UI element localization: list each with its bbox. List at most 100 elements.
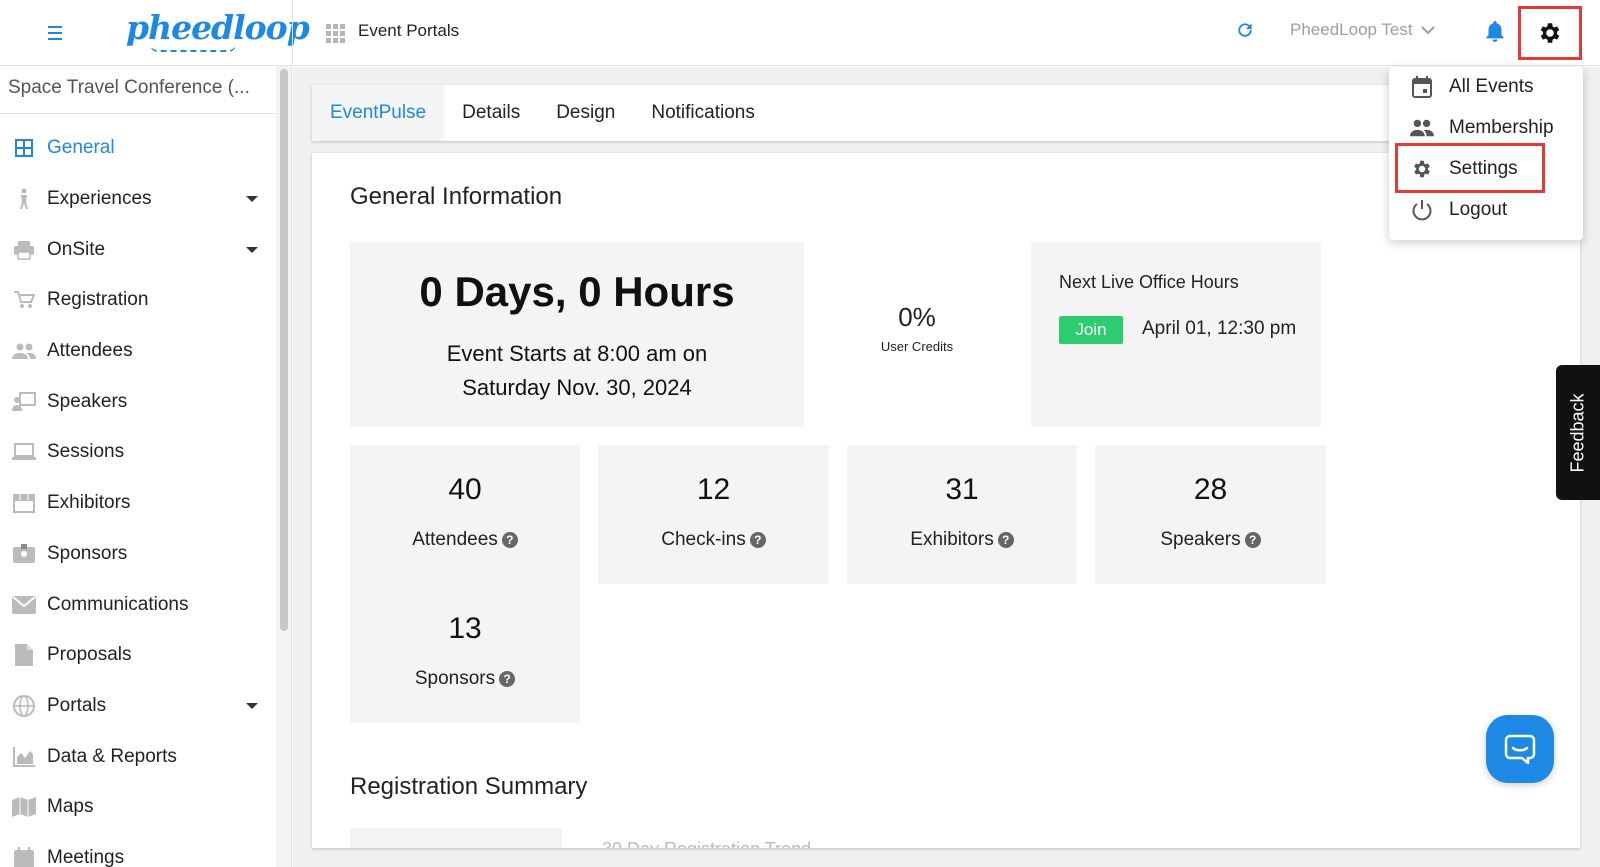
stat-value: 31 [945, 473, 979, 506]
caret-down-icon[interactable] [246, 246, 258, 253]
sidebar-item-label: Communications [47, 593, 189, 615]
pheedloop-logo[interactable]: pheedloop [126, 8, 310, 47]
gear-icon [1540, 23, 1560, 43]
cart-icon [12, 288, 36, 312]
laptop-icon [12, 440, 36, 464]
sidebar-item-registration[interactable]: Registration [0, 275, 276, 326]
sidebar-item-label: Data & Reports [47, 745, 177, 767]
registration-trend-label: 30 Day Registration Trend [602, 839, 811, 848]
sidebar-item-label: Experiences [47, 188, 152, 210]
stat-label-row: Check-ins? [598, 529, 829, 551]
settings-gear-button[interactable] [1518, 6, 1582, 60]
tab-notifications[interactable]: Notifications [633, 85, 773, 141]
menu-item-label: All Events [1449, 76, 1534, 97]
sidebar-item-portals[interactable]: Portals [0, 681, 276, 732]
stat-label-row: Sponsors? [350, 668, 580, 690]
sidebar-item-label: Registration [47, 289, 149, 311]
stat-value: 40 [448, 473, 482, 506]
page-title: Event Portals [358, 21, 460, 40]
people-icon [12, 339, 36, 363]
scrollbar-thumb[interactable] [280, 69, 288, 631]
tab-design[interactable]: Design [538, 85, 633, 141]
content-card: General Information 0 Days, 0 Hours Even… [312, 153, 1580, 848]
sidebar-item-speakers[interactable]: Speakers [0, 376, 276, 427]
calendar-icon [1410, 75, 1434, 99]
join-button[interactable]: Join [1059, 316, 1123, 344]
menu-item-label: Logout [1449, 199, 1508, 220]
sidebar-item-communications[interactable]: Communications [0, 579, 276, 630]
office-hours-time: April 01, 12:30 pm [1142, 318, 1297, 339]
logo-swoosh [150, 44, 236, 52]
sidebar-item-meetings[interactable]: Meetings [0, 833, 276, 867]
help-icon[interactable]: ? [749, 531, 766, 548]
person-walking-icon [12, 187, 36, 211]
topbar-divider [292, 0, 293, 66]
tab-eventpulse[interactable]: EventPulse [312, 85, 445, 141]
sidebar-item-data-reports[interactable]: Data & Reports [0, 731, 276, 782]
menu-item-all-events[interactable]: All Events [1389, 67, 1583, 107]
organization-select[interactable]: PheedLoop Test [1290, 20, 1435, 40]
help-icon[interactable]: ? [501, 531, 518, 548]
sidebar-item-maps[interactable]: Maps [0, 782, 276, 833]
stat-label: Check-ins [661, 529, 746, 550]
stat-card-speakers: 28 Speakers? [1095, 445, 1326, 584]
menu-item-label: Membership [1449, 117, 1554, 138]
power-icon [1410, 198, 1434, 222]
sidebar-item-onsite[interactable]: OnSite [0, 224, 276, 275]
sidebar-item-experiences[interactable]: Experiences [0, 174, 276, 225]
chevron-down-icon [1420, 26, 1435, 35]
badge-icon [12, 542, 36, 566]
user-credits-value: 0% [898, 302, 936, 332]
user-credits-label: User Credits [880, 339, 954, 354]
tab-details[interactable]: Details [444, 85, 538, 141]
sidebar-item-sponsors[interactable]: Sponsors [0, 529, 276, 580]
sidebar-item-general[interactable]: General [0, 123, 276, 174]
settings-dropdown-menu: All Events Membership Settings Logout [1389, 67, 1583, 240]
sidebar-nav: General Experiences OnSite Registration … [0, 123, 276, 867]
globe-icon [12, 694, 36, 718]
menu-item-label: Settings [1449, 158, 1518, 179]
presenter-icon [12, 390, 36, 414]
gear-icon [1410, 157, 1434, 181]
stat-label: Speakers [1160, 529, 1241, 550]
sidebar-item-attendees[interactable]: Attendees [0, 326, 276, 377]
refresh-icon[interactable] [1235, 20, 1255, 40]
storefront-icon [12, 491, 36, 515]
help-icon[interactable]: ? [1244, 531, 1261, 548]
sidebar-item-label: OnSite [47, 238, 106, 260]
hamburger-menu-icon[interactable] [42, 20, 68, 46]
bell-icon[interactable] [1483, 19, 1507, 45]
event-start-line-1: Event Starts at 8:00 am on [446, 341, 708, 366]
sidebar-item-sessions[interactable]: Sessions [0, 427, 276, 478]
help-icon[interactable]: ? [499, 670, 516, 687]
sidebar-item-proposals[interactable]: Proposals [0, 630, 276, 681]
stat-label-row: Speakers? [1095, 529, 1326, 551]
sidebar-item-label: Meetings [47, 846, 125, 867]
menu-item-logout[interactable]: Logout [1389, 190, 1583, 230]
event-name[interactable]: Space Travel Conference (... [8, 77, 270, 99]
stat-value: 13 [448, 612, 482, 645]
feedback-tab[interactable]: Feedback [1556, 365, 1600, 500]
stat-label: Attendees [412, 529, 498, 550]
caret-down-icon[interactable] [246, 196, 258, 203]
chat-support-button[interactable] [1486, 715, 1554, 783]
top-bar: pheedloop Event Portals PheedLoop Test [0, 0, 1600, 66]
sidebar-item-exhibitors[interactable]: Exhibitors [0, 478, 276, 529]
mail-icon [12, 593, 36, 617]
grid-icon [12, 136, 36, 160]
sidebar-item-label: Portals [47, 694, 107, 716]
stat-label: Exhibitors [910, 529, 994, 550]
help-icon[interactable]: ? [997, 531, 1014, 548]
apps-grid-icon[interactable] [326, 24, 345, 43]
divider [0, 113, 276, 114]
sidebar-item-label: Proposals [47, 644, 132, 666]
office-hours-title: Next Live Office Hours [1059, 272, 1239, 292]
event-start-line-2: Saturday Nov. 30, 2024 [462, 375, 692, 400]
caret-down-icon[interactable] [246, 702, 258, 709]
stat-card-sponsors: 13 Sponsors? [350, 584, 580, 723]
menu-item-settings[interactable]: Settings [1389, 149, 1583, 189]
countdown-box: 0 Days, 0 Hours Event Starts at 8:00 am … [350, 242, 804, 427]
menu-item-membership[interactable]: Membership [1389, 108, 1583, 148]
calendar-icon [12, 846, 36, 867]
countdown-value: 0 Days, 0 Hours [419, 268, 735, 315]
